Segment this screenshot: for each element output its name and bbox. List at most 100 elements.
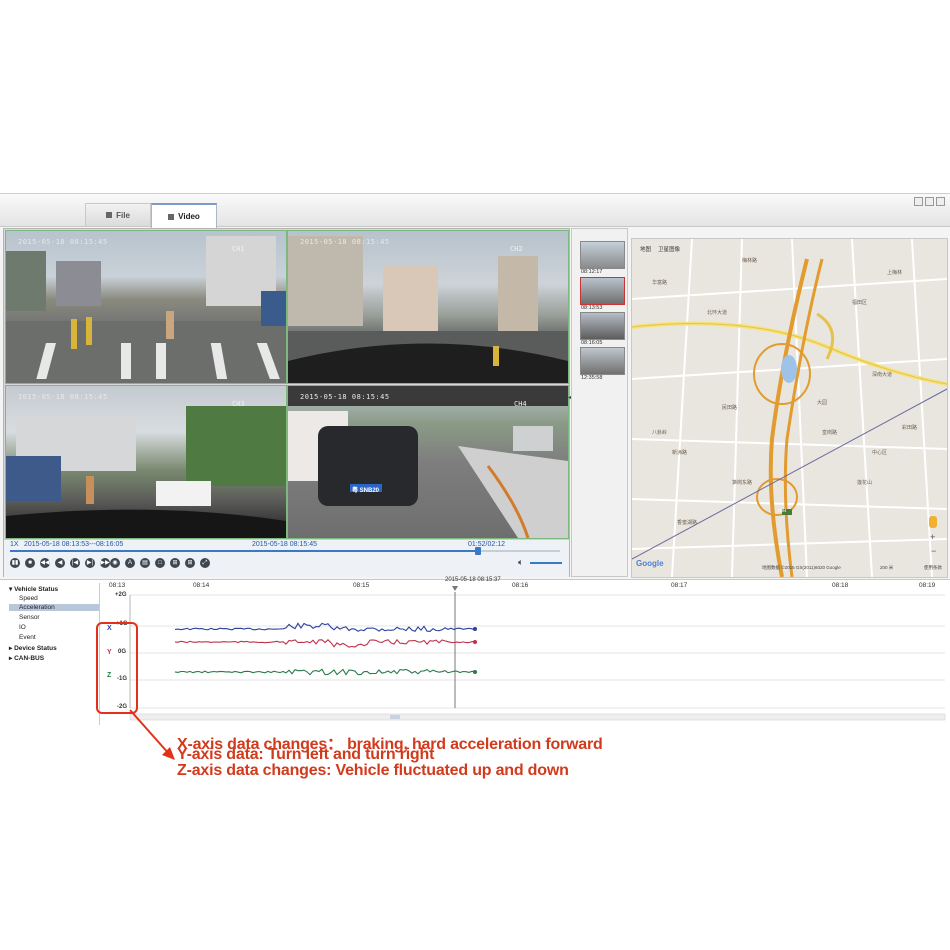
google-logo: Google [636, 559, 664, 568]
playback-speed[interactable]: 1X [10, 541, 19, 548]
tree-can-bus[interactable]: ▸ CAN-BUS [9, 654, 44, 662]
camera-channel: CH2 [510, 245, 523, 253]
map-label: 莲花山 [857, 480, 873, 486]
camera-timestamp: 2015-05-18 08:15:45 [300, 238, 390, 246]
next-frame-button[interactable]: ▶| [85, 558, 95, 568]
time-tick: 08:14 [193, 582, 210, 589]
accel-trace-z [174, 668, 476, 676]
cursor-time-label: 2015-05-18 08:15:37 [445, 577, 501, 583]
map-terms-link[interactable]: 使用条款 [924, 565, 942, 571]
map-label: 新洲路 [672, 450, 688, 456]
layout-1-button[interactable]: □ [155, 558, 165, 568]
satellite-mode-button[interactable]: 卫星图像 [658, 245, 680, 253]
tree-vehicle-status[interactable]: ▾ Vehicle Status [9, 585, 58, 593]
avi-export-button[interactable]: A [125, 558, 135, 568]
map-label: 香蜜湖路 [677, 520, 698, 526]
expand-icon[interactable]: ▸ [9, 645, 12, 652]
prev-frame-button[interactable]: |◀ [70, 558, 80, 568]
layout-4-button[interactable]: ⊞ [170, 558, 180, 568]
pegman-icon[interactable] [929, 516, 937, 528]
pause-button[interactable]: ▮▮ [10, 558, 20, 568]
camera-channel: CH3 [232, 400, 245, 408]
tab-video[interactable]: Video [151, 203, 217, 228]
print-button[interactable]: ▤ [140, 558, 150, 568]
graph-canvas [129, 586, 946, 721]
maximize-button[interactable] [925, 197, 934, 206]
file-icon [106, 212, 113, 218]
thumbnail-image[interactable] [580, 277, 625, 305]
volume-slider[interactable] [530, 562, 562, 564]
tree-label: Device Status [14, 645, 57, 652]
video-panel: 2015-05-18 08:15:45 CH1 2015-05-18 08:15… [3, 228, 570, 577]
map-view[interactable]: 地图 卫星图像 梅林路 深南大道 华富路 北环大道 福田区 民田路 新洲路 皇岗… [631, 238, 948, 578]
thumbnail-time: 08:16:05 [581, 340, 603, 346]
camera-view-1[interactable]: 2015-05-18 08:15:45 CH1 [5, 230, 287, 384]
expand-icon[interactable]: ▾ [9, 586, 12, 593]
map-copyright: 地图数据 ©2015 GS(2011)6020 Google [762, 565, 841, 570]
map-label: 福田区 [852, 300, 868, 306]
video-icon [168, 213, 175, 220]
map-label: 深南大道 [872, 372, 893, 378]
street-scene-image [288, 386, 568, 538]
map-label: 梅林路 [742, 258, 758, 264]
map-label: 皇岗路 [822, 430, 838, 436]
camera-view-3[interactable]: 2015-05-18 08:15:45 CH3 [5, 385, 287, 539]
tree-io[interactable]: IO [19, 624, 26, 631]
time-tick: 08:16 [512, 582, 529, 589]
slow-button[interactable]: ◀ [55, 558, 65, 568]
map-label: 华富路 [652, 280, 668, 286]
time-tick: 08:17 [671, 582, 688, 589]
thumbnail-image[interactable] [580, 347, 625, 375]
tree-sensor[interactable]: Sensor [19, 614, 40, 621]
tab-file[interactable]: File [85, 203, 151, 226]
map-label: 笋岗东路 [732, 480, 753, 486]
tab-video-label: Video [178, 212, 200, 221]
license-plate: 粤 SNB20 [352, 488, 380, 494]
close-button[interactable] [936, 197, 945, 206]
playback-position: 01:52/02:12 [468, 541, 505, 548]
thumbnail-time: 08:12:17 [581, 269, 603, 275]
playback-current-time: 2015-05-18 08:15:45 [252, 541, 317, 548]
minimize-button[interactable] [914, 197, 923, 206]
highway-shield: G94 [778, 508, 787, 513]
seek-handle[interactable] [474, 547, 481, 555]
expand-icon[interactable]: ▸ [9, 655, 12, 662]
fullscreen-button[interactable]: ⤢ [200, 558, 210, 568]
tree-acceleration[interactable]: Acceleration [9, 604, 99, 611]
trace-end-marker [473, 627, 477, 631]
camera-view-2[interactable]: 2015-05-18 08:15:45 CH2 [287, 230, 569, 384]
snapshot-button[interactable]: ◉ [110, 558, 120, 568]
y-tick: +2G [115, 592, 127, 598]
thumbnail-time: 12:35:58 [581, 375, 603, 381]
rewind-button[interactable]: ◀◀ [40, 558, 50, 568]
map-label: 上梅林 [887, 270, 903, 276]
camera-view-4[interactable]: 2015-05-18 08:15:45 CH4 粤 SNB20 [287, 385, 569, 539]
map-label: 大园 [817, 400, 828, 406]
time-tick: 08:19 [919, 582, 936, 589]
tree-label: Vehicle Status [14, 586, 59, 593]
zoom-out-button[interactable]: − [931, 546, 936, 556]
thumbnail-image[interactable] [580, 241, 625, 269]
accel-trace-y [174, 638, 476, 648]
tree-event[interactable]: Event [19, 634, 36, 641]
tree-device-status[interactable]: ▸ Device Status [9, 644, 57, 652]
layout-9-button[interactable]: ⊞ [185, 558, 195, 568]
status-tree: ▾ Vehicle Status Speed Acceleration Sens… [3, 583, 100, 725]
stop-button[interactable]: ■ [25, 558, 35, 568]
annotation-arrow [129, 709, 175, 760]
fast-forward-button[interactable]: ▶▶ [100, 558, 110, 568]
map-mode-button[interactable]: 地图 [640, 245, 651, 253]
playback-controls: 1X 2015-05-18 08:13:53---08:16:05 2015-0… [4, 539, 569, 577]
map-scale: 200 米 [880, 565, 894, 570]
acceleration-graph[interactable]: 2015-05-18 08:15:37 08:13 08:14 08:15 08… [103, 577, 948, 726]
tab-file-label: File [116, 210, 130, 220]
trace-end-marker [473, 670, 477, 674]
thumbnail-image[interactable] [580, 312, 625, 340]
volume-icon[interactable]: 🔈︎ [518, 557, 523, 568]
camera-channel: CH1 [232, 245, 245, 253]
tree-speed[interactable]: Speed [19, 595, 38, 602]
app-window: File Video 2015-05-18 08:15:45 CH1 2015-… [0, 193, 950, 730]
map-roads [632, 239, 947, 577]
zoom-in-button[interactable]: + [930, 532, 935, 542]
time-tick: 08:18 [832, 582, 849, 589]
